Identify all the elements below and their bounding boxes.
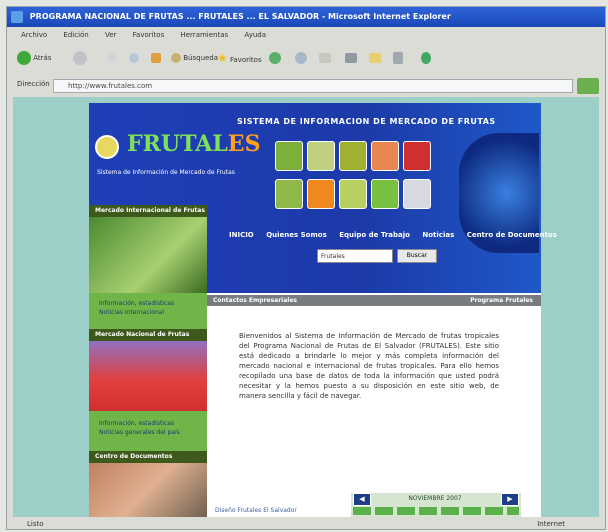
media-icon	[269, 52, 281, 64]
fruit-tile-9[interactable]	[371, 179, 399, 209]
search-icon	[171, 53, 181, 63]
nav-quienes-somos[interactable]: Quienes Somos	[266, 231, 327, 239]
section-national-header[interactable]: Mercado Nacional de Frutas	[89, 329, 207, 341]
logo-emblem-icon	[95, 135, 119, 159]
frutales-site: SISTEMA DE INFORMACION DE MERCADO DE FRU…	[89, 103, 557, 517]
stop-icon	[107, 53, 117, 63]
intl-link-stats[interactable]: Información, estadísticas	[99, 299, 174, 308]
fruit-tile-1[interactable]	[275, 141, 303, 171]
calendar-month: NOVIEMBRE 2007	[408, 495, 462, 502]
fruit-tile-10[interactable]	[403, 179, 431, 209]
status-bar: Listo Internet	[7, 517, 605, 531]
title-bar: PROGRAMA NACIONAL DE FRUTAS ... FRUTALES…	[7, 7, 605, 27]
welcome-text: Bienvenidos al Sistema de Información de…	[239, 332, 499, 400]
forward-arrow-icon	[73, 51, 87, 65]
discuss-button[interactable]	[393, 49, 403, 67]
page-content: SISTEMA DE INFORMACION DE MERCADO DE FRU…	[13, 97, 599, 517]
content-header-bar: Contactos Empresariales Programa Frutale…	[207, 295, 541, 306]
menu-tools[interactable]: Herramientas	[180, 31, 228, 39]
mail-button[interactable]	[319, 49, 331, 67]
search-button[interactable]: Búsqueda	[171, 49, 218, 67]
ie-icon	[11, 11, 23, 23]
fruit-tile-7[interactable]	[307, 179, 335, 209]
back-button[interactable]: Atrás	[17, 49, 51, 67]
media-button[interactable]	[269, 49, 281, 67]
menu-edit[interactable]: Edición	[63, 31, 88, 39]
status-zone: Internet	[537, 520, 565, 528]
print-button[interactable]	[345, 49, 357, 67]
home-button[interactable]	[151, 49, 161, 67]
history-icon	[295, 52, 307, 64]
history-button[interactable]	[295, 49, 307, 67]
home-icon	[151, 53, 161, 63]
program-link[interactable]: Programa Frutales	[470, 295, 533, 306]
window-title: PROGRAMA NACIONAL DE FRUTAS ... FRUTALES…	[29, 12, 451, 21]
logo-subtitle: Sistema de Información de Mercado de Fru…	[97, 169, 235, 176]
national-link-news[interactable]: Noticias generales del país	[99, 428, 180, 437]
site-search-button[interactable]: Buscar	[397, 249, 437, 263]
menu-bar: Archivo Edición Ver Favoritos Herramient…	[7, 28, 605, 42]
stop-button[interactable]	[107, 49, 117, 67]
nav-inicio[interactable]: INICIO	[229, 231, 254, 239]
messenger-button[interactable]	[421, 49, 431, 67]
favorites-button[interactable]: ★ Favoritos	[217, 49, 262, 67]
national-link-stats[interactable]: Información, estadísticas	[99, 419, 174, 428]
document-icon	[393, 52, 403, 64]
footer-credit[interactable]: Diseño Frutales El Salvador	[215, 507, 297, 514]
refresh-button[interactable]	[129, 49, 139, 67]
menu-help[interactable]: Ayuda	[244, 31, 266, 39]
fruit-tile-5[interactable]	[403, 141, 431, 171]
calendar-prev-button[interactable]: ◀	[353, 493, 371, 506]
intl-link-news[interactable]: Noticias Internacional	[99, 308, 164, 317]
site-search-select[interactable]: Frutales	[317, 249, 393, 263]
folder-icon	[369, 53, 381, 63]
star-icon: ★	[217, 51, 228, 65]
status-text: Listo	[27, 520, 44, 528]
menu-file[interactable]: Archivo	[21, 31, 47, 39]
edit-button[interactable]	[369, 49, 381, 67]
site-nav: INICIO Quienes Somos Equipo de Trabajo N…	[229, 231, 567, 239]
calendar-widget: ◀ NOVIEMBRE 2007 ▶	[351, 493, 521, 517]
forward-button[interactable]	[73, 49, 87, 67]
address-bar: Dirección http://www.frutales.com	[7, 77, 605, 95]
site-logo[interactable]: FRUTALES	[127, 131, 260, 157]
nav-centro-documentos[interactable]: Centro de Documentos	[467, 231, 557, 239]
section-docs-header[interactable]: Centro de Documentos	[89, 451, 207, 463]
banner-title: SISTEMA DE INFORMACION DE MERCADO DE FRU…	[237, 117, 496, 126]
nav-equipo[interactable]: Equipo de Trabajo	[339, 231, 410, 239]
documents-photo	[89, 463, 207, 517]
toolbar: Atrás Búsqueda ★ Favoritos	[7, 43, 605, 75]
fruit-market-photo	[89, 341, 207, 411]
fruit-tile-2[interactable]	[307, 141, 335, 171]
back-arrow-icon	[17, 51, 31, 65]
fruit-tile-3[interactable]	[339, 141, 367, 171]
refresh-icon	[129, 53, 139, 63]
fruit-tile-8[interactable]	[339, 179, 367, 209]
menu-view[interactable]: Ver	[105, 31, 116, 39]
print-icon	[345, 53, 357, 63]
contacts-link[interactable]: Contactos Empresariales	[213, 297, 297, 304]
browser-window: PROGRAMA NACIONAL DE FRUTAS ... FRUTALES…	[6, 6, 606, 530]
fruit-tile-6[interactable]	[275, 179, 303, 209]
section-intl-header[interactable]: Mercado Internacional de Frutas	[89, 205, 207, 217]
fruit-tile-4[interactable]	[371, 141, 399, 171]
avocado-photo	[89, 217, 207, 293]
left-column: Mercado Internacional de Frutas Informac…	[89, 205, 207, 517]
address-input[interactable]: http://www.frutales.com	[53, 79, 573, 93]
menu-favorites[interactable]: Favoritos	[133, 31, 165, 39]
messenger-icon	[421, 52, 431, 64]
go-button[interactable]	[577, 78, 599, 94]
calendar-next-button[interactable]: ▶	[501, 493, 519, 506]
nav-noticias[interactable]: Noticias	[422, 231, 454, 239]
calendar-days-row[interactable]	[353, 507, 519, 515]
address-label: Dirección	[17, 80, 50, 88]
mail-icon	[319, 53, 331, 63]
